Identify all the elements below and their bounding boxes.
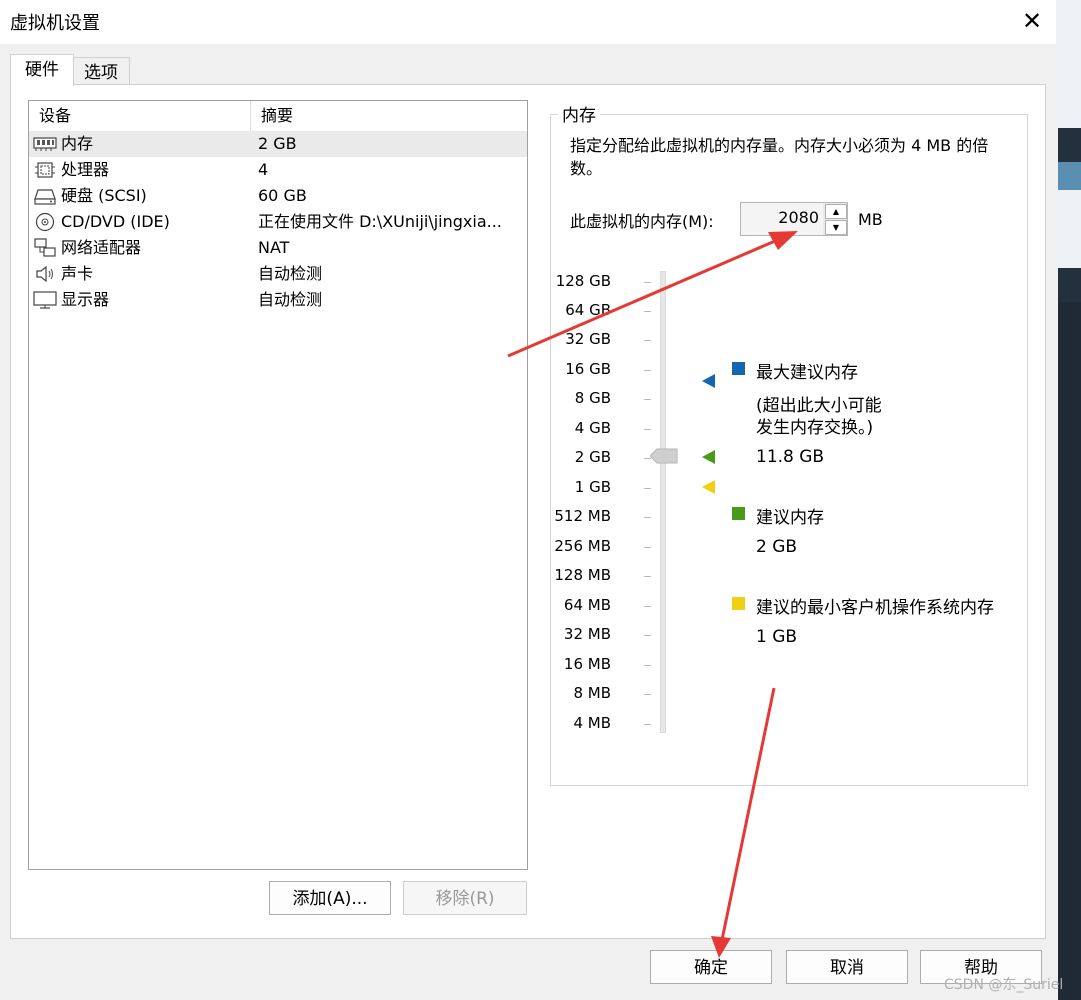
scale-tick	[644, 282, 651, 283]
memory-slider-track[interactable]	[660, 271, 666, 733]
device-name: 硬盘 (SCSI)	[61, 186, 147, 205]
recommended-legend-title: 建议内存	[756, 508, 824, 528]
scale-tick	[644, 576, 651, 577]
scale-tick	[644, 517, 651, 518]
device-row-sound-card[interactable]: 声卡 自动检测	[29, 261, 527, 287]
cd-dvd-icon	[35, 212, 55, 232]
scale-label: 512 MB	[554, 507, 611, 525]
device-name: 声卡	[61, 264, 94, 283]
list-header: 设备 摘要	[29, 101, 527, 131]
close-icon[interactable]: ✕	[1012, 2, 1052, 40]
scale-tick	[644, 635, 651, 636]
tab-options[interactable]: 选项	[72, 57, 130, 85]
device-row-hard-disk[interactable]: 硬盘 (SCSI) 60 GB	[29, 183, 527, 209]
cancel-button[interactable]: 取消	[786, 950, 908, 984]
scale-tick	[644, 665, 651, 666]
device-row-processor[interactable]: 处理器 4	[29, 157, 527, 183]
max-legend-swatch	[732, 362, 745, 375]
scale-label: 16 GB	[565, 360, 611, 378]
network-adapter-icon	[34, 238, 56, 257]
device-summary: 60 GB	[258, 186, 307, 205]
sound-card-icon	[36, 265, 53, 283]
min-legend-title: 建议的最小客户机操作系统内存	[756, 598, 994, 618]
device-summary: NAT	[258, 238, 290, 257]
max-legend-value: 11.8 GB	[756, 447, 825, 467]
max-recommended-marker-icon	[702, 374, 715, 388]
memory-field-label: 此虚拟机的内存(M):	[570, 212, 714, 231]
min-recommended-marker-icon	[702, 480, 715, 494]
add-device-button[interactable]: 添加(A)...	[269, 881, 391, 915]
column-header-device[interactable]: 设备	[29, 101, 251, 131]
scale-tick	[644, 429, 651, 430]
hard-disk-icon	[34, 189, 56, 205]
background-window-strip	[1056, 0, 1081, 1000]
device-name: 显示器	[61, 290, 110, 309]
scale-tick	[644, 340, 651, 341]
scale-tick	[644, 488, 651, 489]
scale-tick	[644, 547, 651, 548]
memory-value-input[interactable]: 2080	[741, 203, 823, 235]
scale-label: 2 GB	[574, 448, 611, 466]
memory-icon	[33, 137, 57, 151]
scale-label: 16 MB	[563, 655, 611, 673]
memory-slider-thumb[interactable]	[650, 448, 678, 464]
scale-tick	[644, 370, 651, 371]
scale-label: 64 MB	[563, 596, 611, 614]
max-legend-note-line2: 发生内存交换。)	[756, 418, 874, 438]
max-legend-title: 最大建议内存	[756, 363, 858, 383]
min-legend-value: 1 GB	[756, 627, 798, 647]
scale-label: 64 GB	[565, 301, 611, 319]
device-summary: 2 GB	[258, 134, 297, 153]
recommended-legend-value: 2 GB	[756, 537, 798, 557]
scale-label: 4 MB	[573, 714, 611, 732]
device-summary: 4	[258, 160, 269, 179]
spin-down-icon[interactable]: ▼	[825, 220, 847, 235]
device-name: 内存	[61, 134, 94, 153]
device-row-memory[interactable]: 内存 2 GB	[29, 131, 527, 157]
scale-label: 4 GB	[574, 419, 611, 437]
ok-button[interactable]: 确定	[650, 950, 772, 984]
remove-device-button[interactable]: 移除(R)	[403, 881, 527, 915]
device-summary: 正在使用文件 D:\XUniji\jingxia...	[258, 212, 502, 231]
scale-label: 128 GB	[555, 272, 611, 290]
spin-up-icon[interactable]: ▲	[825, 204, 847, 219]
dialog-title: 虚拟机设置	[10, 13, 100, 34]
memory-unit-label: MB	[858, 210, 883, 229]
recommended-marker-icon	[702, 450, 715, 464]
scale-label: 8 MB	[573, 684, 611, 702]
scale-label: 1 GB	[574, 478, 611, 496]
scale-label: 32 GB	[565, 330, 611, 348]
title-bar: 虚拟机设置 ✕	[0, 0, 1056, 44]
device-summary: 自动检测	[258, 290, 323, 309]
scale-tick	[644, 694, 651, 695]
processor-icon	[35, 162, 55, 178]
scale-tick	[644, 311, 651, 312]
scale-tick	[644, 724, 651, 725]
tab-hardware[interactable]: 硬件	[10, 54, 74, 86]
display-icon	[33, 291, 57, 309]
device-name: 网络适配器	[61, 238, 142, 257]
device-list[interactable]: 设备 摘要 内存 2 GB 处理器 4 硬盘 (SCSI) 60 GB CD/D…	[28, 100, 528, 870]
memory-group-title: 内存	[558, 101, 600, 126]
memory-stepper[interactable]: 2080 ▲ ▼	[740, 202, 848, 236]
device-name: CD/DVD (IDE)	[61, 212, 170, 231]
device-row-network-adapter[interactable]: 网络适配器 NAT	[29, 235, 527, 261]
scale-label: 32 MB	[563, 625, 611, 643]
device-name: 处理器	[61, 160, 110, 179]
device-row-display[interactable]: 显示器 自动检测	[29, 287, 527, 313]
device-summary: 自动检测	[258, 264, 323, 283]
scale-tick	[644, 606, 651, 607]
vm-settings-dialog: 虚拟机设置 ✕ 硬件 选项 设备 摘要 内存 2 GB 处理器 4 硬盘 (SC…	[0, 0, 1056, 1000]
scale-label: 8 GB	[574, 389, 611, 407]
memory-description: 指定分配给此虚拟机的内存量。内存大小必须为 4 MB 的倍数。	[570, 136, 989, 178]
recommended-legend-swatch	[732, 507, 745, 520]
min-legend-swatch	[732, 597, 745, 610]
scale-label: 256 MB	[554, 537, 611, 555]
device-row-cd-dvd[interactable]: CD/DVD (IDE) 正在使用文件 D:\XUniji\jingxia...	[29, 209, 527, 235]
watermark: CSDN @东_Suriel	[944, 977, 1064, 993]
scale-label: 128 MB	[554, 566, 611, 584]
scale-tick	[644, 399, 651, 400]
column-header-summary[interactable]: 摘要	[251, 101, 527, 131]
